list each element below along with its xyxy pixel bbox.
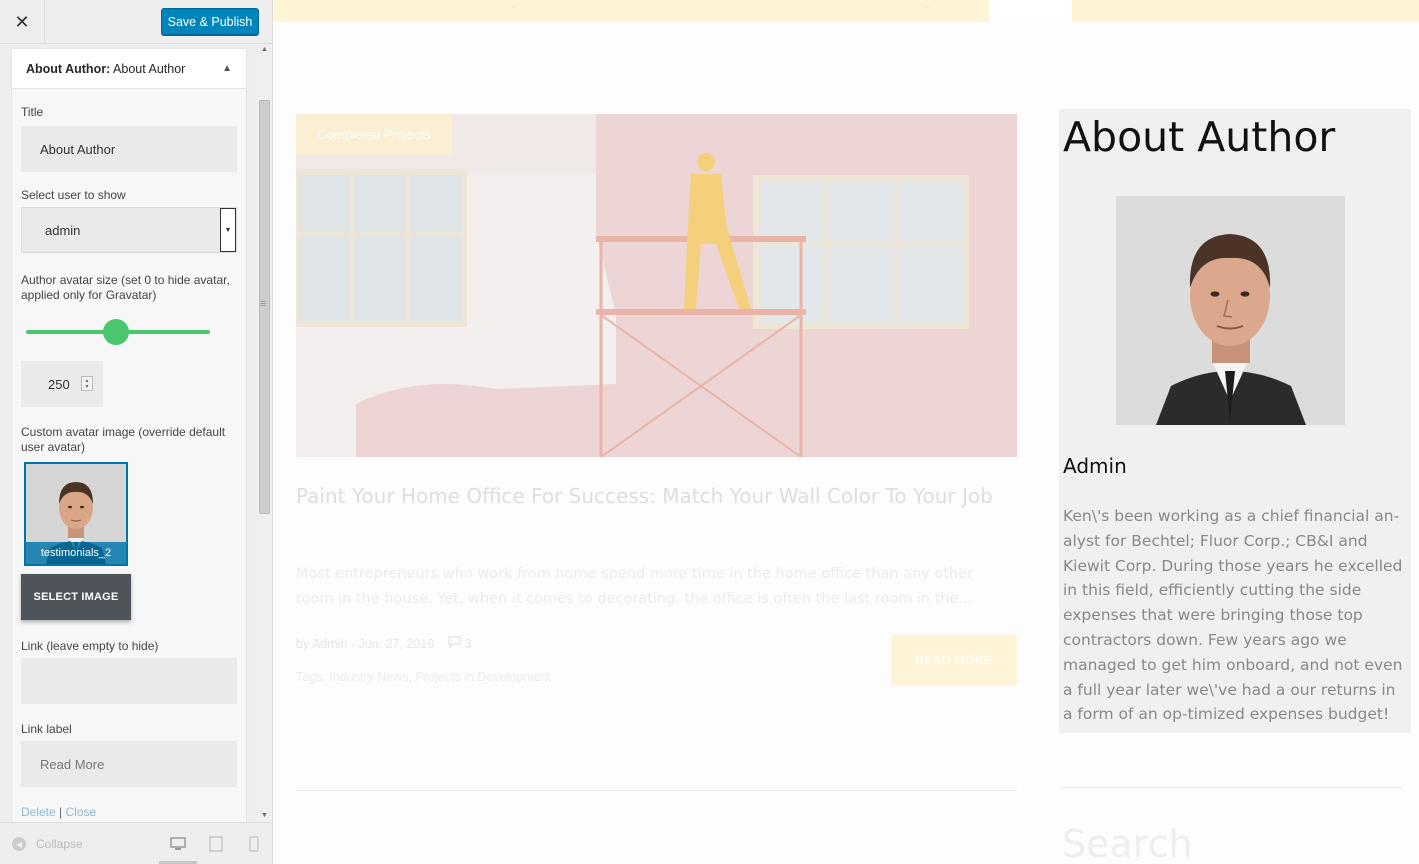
tags-label: Tags: bbox=[296, 670, 326, 684]
divider bbox=[1062, 787, 1402, 788]
collapse-button[interactable]: ◀ Collapse bbox=[12, 837, 83, 851]
chevron-down-icon: ⌄ bbox=[924, 0, 932, 10]
scroll-up-icon[interactable]: ▲ bbox=[261, 46, 268, 53]
select-user-label: Select user to show bbox=[21, 188, 126, 202]
collapse-label: Collapse bbox=[36, 837, 83, 851]
close-icon[interactable]: ✕ bbox=[0, 0, 45, 44]
about-author-widget: About Author: About Author ▲ Title About… bbox=[11, 48, 247, 822]
customizer-sidebar: ✕ Save & Publish About Author: About Aut… bbox=[0, 0, 273, 864]
post-title[interactable]: Paint Your Home Office For Success: Matc… bbox=[296, 480, 996, 513]
post-author[interactable]: by Admin bbox=[296, 637, 347, 651]
post-excerpt: Most entrepreneurs who work from home sp… bbox=[296, 566, 974, 607]
about-author-preview: About Author Admin Ken\'s been working a… bbox=[1059, 109, 1411, 733]
delete-link[interactable]: Delete bbox=[21, 805, 56, 819]
chevron-down-icon: ⌄ bbox=[510, 0, 518, 10]
author-bio: Ken\'s been working as a chief financial… bbox=[1063, 507, 1403, 724]
category-badge[interactable]: Completed Projects bbox=[296, 114, 452, 155]
custom-avatar-label: Custom avatar image (override default us… bbox=[21, 425, 226, 454]
widget-title: About Author: About Author bbox=[26, 62, 185, 76]
post-tags: Tags: Industry News, Projects in Develop… bbox=[296, 670, 551, 684]
customizer-panel: About Author: About Author ▲ Title About… bbox=[0, 44, 272, 822]
read-more-button[interactable]: READ MORE bbox=[891, 635, 1017, 685]
customizer-header: ✕ Save & Publish bbox=[0, 0, 272, 44]
author-photo bbox=[1116, 196, 1345, 425]
select-image-button[interactable]: SELECT IMAGE bbox=[21, 574, 131, 620]
widget-instance-title: About Author bbox=[113, 61, 186, 76]
post-comments[interactable]: 3 bbox=[448, 636, 472, 651]
painter-photo bbox=[296, 114, 1017, 457]
site-preview: ⌄ ⌄ Completed Projects Paint Your Home O… bbox=[274, 0, 1419, 864]
scroll-down-icon[interactable]: ▼ bbox=[261, 812, 268, 819]
comment-count: 3 bbox=[464, 637, 472, 651]
post-date: Jun. 27, 2016 bbox=[358, 636, 435, 651]
post-meta: by Admin - Jun. 27, 2016 3 bbox=[296, 636, 472, 651]
link-input[interactable] bbox=[21, 658, 237, 704]
avatar-filename: testimonials_2 bbox=[26, 542, 126, 564]
collapse-arrow-icon[interactable]: ▲ bbox=[222, 63, 232, 74]
search-widget-title: Search bbox=[1062, 822, 1193, 864]
avatar-size-value: 250 bbox=[48, 376, 70, 392]
sidebar-scrollbar[interactable]: ▲ ☰ ▼ bbox=[257, 44, 272, 822]
widget-header[interactable]: About Author: About Author ▲ bbox=[12, 49, 246, 89]
tags-list[interactable]: Industry News, Projects in Development bbox=[329, 670, 551, 684]
title-label: Title bbox=[21, 105, 44, 119]
scroll-grip-icon: ☰ bbox=[260, 301, 267, 308]
widget-actions: Delete | Close bbox=[21, 805, 96, 819]
chevron-down-icon[interactable]: ▼ bbox=[220, 208, 236, 252]
active-nav-item[interactable] bbox=[989, 0, 1072, 22]
site-navigation-bar: ⌄ ⌄ bbox=[274, 0, 1419, 22]
spinner-icon[interactable]: ▲ ▼ bbox=[81, 376, 93, 391]
tablet-preview-icon[interactable] bbox=[205, 834, 227, 854]
custom-avatar-thumbnail[interactable]: testimonials_2 bbox=[24, 462, 128, 566]
slider-handle[interactable] bbox=[103, 319, 130, 345]
desktop-preview-icon[interactable] bbox=[167, 834, 189, 854]
avatar-size-number-input[interactable]: 250 ▲ ▼ bbox=[21, 361, 103, 407]
title-input[interactable]: About Author bbox=[21, 126, 237, 172]
link-label-input[interactable]: Read More bbox=[21, 741, 237, 787]
save-publish-button[interactable]: Save & Publish bbox=[161, 8, 259, 35]
avatar-size-slider[interactable] bbox=[26, 319, 210, 345]
widget-form: Title About Author Select user to show a… bbox=[12, 89, 246, 822]
post-featured-image[interactable] bbox=[296, 114, 1017, 457]
customizer-footer: ◀ Collapse bbox=[0, 822, 272, 864]
avatar-size-label: Author avatar size (set 0 to hide avatar… bbox=[21, 273, 230, 302]
widget-title-label: About Author: bbox=[26, 61, 111, 76]
select-user-dropdown[interactable]: admin ▼ bbox=[21, 207, 237, 253]
link-label-label: Link label bbox=[21, 722, 72, 736]
author-name: Admin bbox=[1063, 454, 1127, 478]
collapse-icon: ◀ bbox=[12, 837, 26, 851]
close-link[interactable]: Close bbox=[65, 805, 96, 819]
author-avatar bbox=[1116, 196, 1345, 425]
divider bbox=[296, 790, 1017, 791]
about-author-title: About Author bbox=[1063, 113, 1336, 161]
comment-icon bbox=[448, 636, 461, 649]
post-byline: by Admin - Jun. 27, 2016 bbox=[296, 636, 435, 651]
select-user-value: admin bbox=[45, 222, 81, 238]
link-label: Link (leave empty to hide) bbox=[21, 639, 159, 653]
mobile-preview-icon[interactable] bbox=[243, 834, 265, 854]
